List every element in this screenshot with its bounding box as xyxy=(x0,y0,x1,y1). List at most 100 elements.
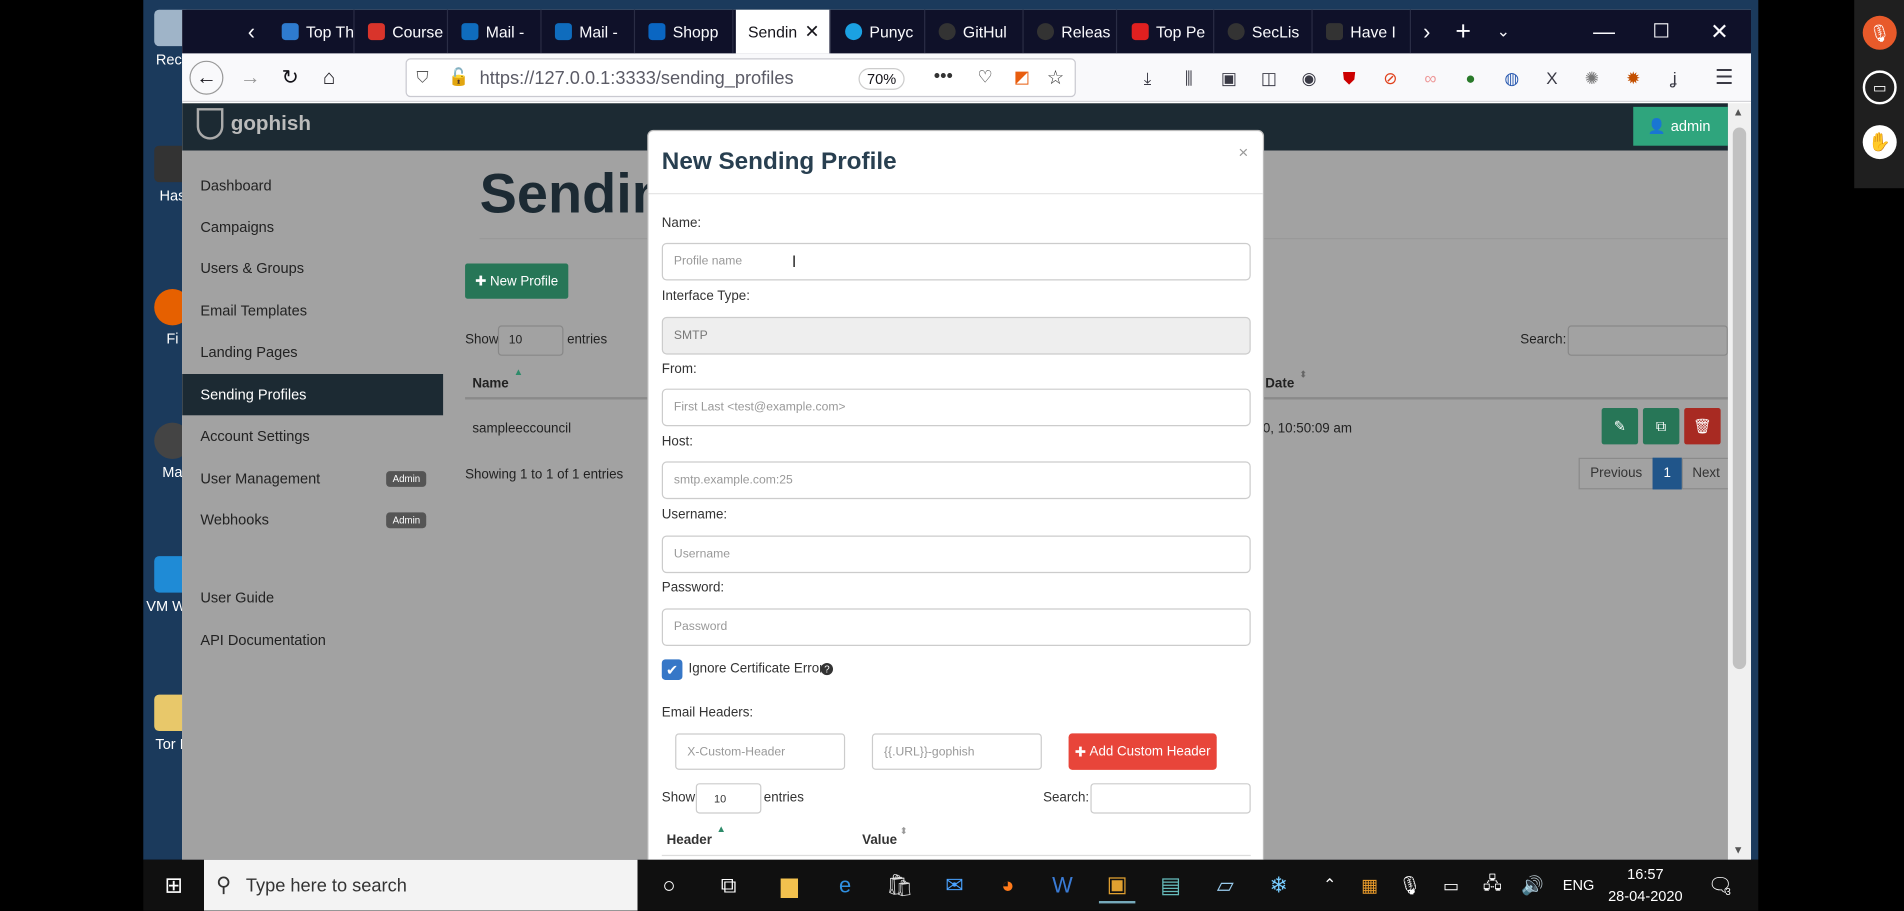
maximize-button[interactable]: ☐ xyxy=(1641,10,1682,54)
brand-logo[interactable]: gophish xyxy=(196,108,311,140)
network-icon[interactable]: 🖧 xyxy=(1474,867,1510,903)
extension-network-icon[interactable]: ✺ xyxy=(1579,64,1606,91)
from-input[interactable]: First Last <test@example.com> xyxy=(661,388,1251,427)
edit-button[interactable]: ✎ xyxy=(1601,408,1639,445)
file-explorer-icon[interactable]: ▆ xyxy=(771,867,807,903)
url-bar[interactable]: ⛉ 🔓 https://127.0.0.1:3333/sending_profi… xyxy=(405,58,1076,98)
notepad-icon[interactable]: ▱ xyxy=(1207,867,1243,903)
admin-menu-button[interactable]: 👤 admin xyxy=(1633,106,1728,146)
sidebar-item-users-groups[interactable]: Users & Groups xyxy=(182,248,443,289)
new-profile-button[interactable]: ✚ New Profile xyxy=(465,263,569,299)
header-value-input[interactable]: {{.URL}}-gophish xyxy=(871,733,1042,770)
page-scrollbar[interactable]: ▲ ▼ xyxy=(1727,103,1752,860)
hand-raise-icon[interactable]: ✋ xyxy=(1862,125,1897,160)
battery-icon[interactable]: ▭ xyxy=(1433,867,1469,903)
vmware-taskbar-icon[interactable]: ▣ xyxy=(1098,867,1136,904)
home-button[interactable]: ⌂ xyxy=(312,61,346,95)
language-indicator[interactable]: ENG xyxy=(1558,867,1599,903)
modal-close-button[interactable]: × xyxy=(1238,142,1248,161)
browser-tab[interactable]: Top Pe xyxy=(1120,9,1215,54)
browser-tab[interactable]: Mail - xyxy=(449,9,542,54)
browser-tab[interactable]: SecLis xyxy=(1216,9,1313,54)
browser-tab[interactable]: Course xyxy=(356,9,449,54)
extension-block-icon[interactable]: ⊘ xyxy=(1377,64,1404,91)
close-tab-icon[interactable]: ✕ xyxy=(804,21,819,43)
username-input[interactable]: Username xyxy=(661,535,1251,574)
browser-tab[interactable]: GitHul xyxy=(927,9,1024,54)
host-input[interactable]: smtp.example.com:25 xyxy=(661,461,1251,500)
browser-tab[interactable]: Shopp xyxy=(636,9,734,54)
scrollbar-thumb[interactable] xyxy=(1732,127,1747,670)
insecure-lock-icon[interactable]: 🔓 xyxy=(448,67,469,88)
ignore-cert-checkbox[interactable]: ✔ xyxy=(661,659,683,681)
bookmark-star-icon[interactable]: ☆ xyxy=(1047,66,1064,90)
library-icon[interactable]: ⫼ xyxy=(1175,64,1202,91)
browser-tab[interactable]: Punyc xyxy=(833,9,926,54)
account-icon[interactable]: ◉ xyxy=(1296,64,1323,91)
sidebar-item-account-settings[interactable]: Account Settings xyxy=(182,415,443,456)
extension-x-icon[interactable]: X xyxy=(1539,64,1566,91)
entries-select[interactable]: 10 xyxy=(497,325,564,356)
tab-scroll-right-button[interactable]: › xyxy=(1406,10,1447,54)
sidebar-item-api-docs[interactable]: API Documentation xyxy=(182,619,443,660)
download-icon[interactable]: ⤓ xyxy=(1134,64,1161,91)
show-hidden-icons[interactable]: ⌃ xyxy=(1311,867,1347,903)
sidebar-item-user-guide[interactable]: User Guide xyxy=(182,577,443,618)
page-actions-icon[interactable]: ••• xyxy=(934,66,953,87)
browser-tab[interactable]: Releas xyxy=(1025,9,1118,54)
password-input[interactable]: Password xyxy=(661,608,1251,647)
page-1-button[interactable]: 1 xyxy=(1652,457,1682,490)
windows-start-icon[interactable]: ⊞ xyxy=(155,867,191,903)
sidebar-item-user-management[interactable]: User Management Admin xyxy=(182,458,443,499)
forward-button[interactable]: → xyxy=(233,61,267,95)
notifications-icon[interactable]: 🗨 3 xyxy=(1701,867,1737,903)
task-view-icon[interactable]: ⧉ xyxy=(710,867,746,903)
headers-search-input[interactable] xyxy=(1090,783,1251,814)
edge-icon[interactable]: e xyxy=(827,867,863,903)
next-page-button[interactable]: Next xyxy=(1681,457,1728,490)
browser-tab[interactable]: Mail - xyxy=(543,9,636,54)
extension-icon[interactable]: ◩ xyxy=(1014,67,1030,88)
headers-entries-select[interactable]: 10 xyxy=(695,783,762,814)
ignore-cert-label[interactable]: Ignore Certificate Errors xyxy=(689,662,831,677)
scroll-down-icon[interactable]: ▼ xyxy=(1733,844,1744,856)
back-button[interactable]: ← xyxy=(189,60,224,95)
sidebar-item-webhooks[interactable]: Webhooks Admin xyxy=(182,499,443,540)
window-icon[interactable]: ▭ xyxy=(1862,70,1897,105)
sidebar-item-sending-profiles[interactable]: Sending Profiles xyxy=(182,374,444,416)
column-header-name[interactable]: Name xyxy=(472,376,508,391)
column-header-header[interactable]: Header xyxy=(667,833,712,848)
profile-name-input[interactable]: Profile name I xyxy=(661,242,1251,281)
column-header-value[interactable]: Value xyxy=(862,833,897,848)
close-window-button[interactable]: ✕ xyxy=(1699,10,1740,54)
cortana-icon[interactable]: ○ xyxy=(651,867,687,903)
help-icon[interactable]: ? xyxy=(820,663,834,676)
menu-icon[interactable]: ☰ xyxy=(1711,64,1738,91)
zoom-indicator[interactable]: 70% xyxy=(858,68,905,90)
extension-globe-icon[interactable]: ● xyxy=(1457,64,1484,91)
mail-icon[interactable]: ✉ xyxy=(936,867,972,903)
previous-page-button[interactable]: Previous xyxy=(1578,457,1654,490)
extension-link-icon[interactable]: ∞ xyxy=(1417,64,1444,91)
add-custom-header-button[interactable]: ✚ Add Custom Header xyxy=(1068,733,1217,770)
microphone-icon[interactable]: 🎙 xyxy=(1392,867,1428,903)
tab-scroll-left-button[interactable]: ‹ xyxy=(231,10,272,54)
snowflake-icon[interactable]: ❄ xyxy=(1260,867,1296,903)
shield-icon[interactable]: ⛉ xyxy=(417,68,429,87)
reload-button[interactable]: ↻ xyxy=(273,61,307,95)
custom-header-input[interactable]: X-Custom-Header xyxy=(675,733,846,770)
extension-gear-icon[interactable]: ✹ xyxy=(1620,64,1647,91)
reader-icon[interactable]: ▣ xyxy=(1216,64,1243,91)
browser-tab[interactable]: Top Th xyxy=(270,9,355,54)
clock[interactable]: 16:57 28-04-2020 xyxy=(1597,863,1694,907)
ublock-icon[interactable]: ⛊ xyxy=(1336,64,1363,91)
sidebar-icon[interactable]: ◫ xyxy=(1256,64,1283,91)
store-icon[interactable]: 🛍 xyxy=(882,867,918,903)
taskbar-search-box[interactable]: ⚲ Type here to search xyxy=(204,859,638,911)
wps-writer-icon[interactable]: W xyxy=(1044,867,1080,903)
new-tab-button[interactable]: + xyxy=(1443,10,1484,54)
search-input[interactable] xyxy=(1567,325,1728,356)
sidebar-item-landing-pages[interactable]: Landing Pages xyxy=(182,332,443,373)
list-tabs-button[interactable]: ⌄ xyxy=(1483,10,1524,54)
extension-world-icon[interactable]: ◍ xyxy=(1498,64,1525,91)
